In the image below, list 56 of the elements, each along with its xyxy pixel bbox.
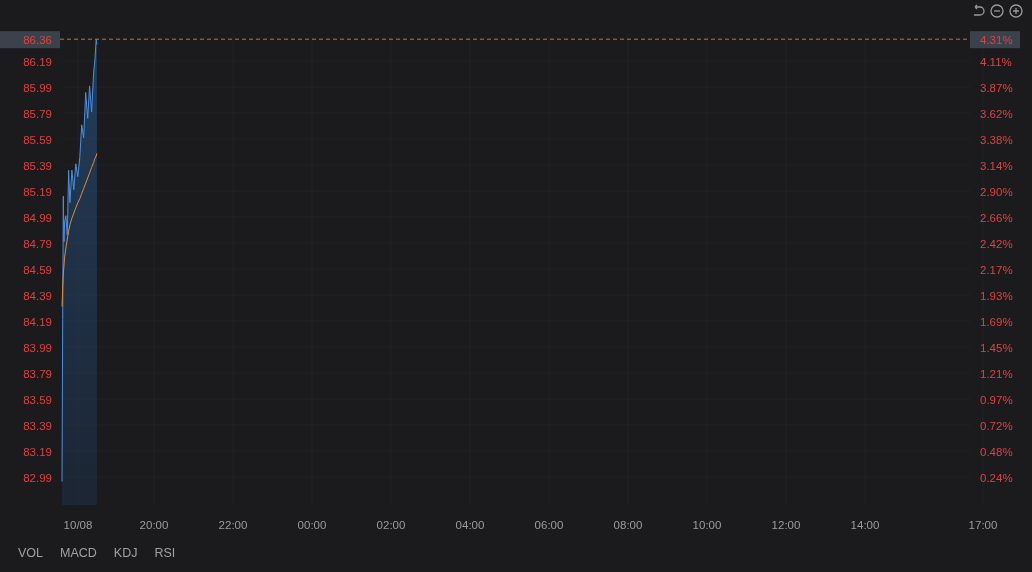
time-axis-label: 14:00	[850, 519, 880, 531]
percent-axis-label: 4.11%	[980, 55, 1012, 68]
percent-axis-label: 0.72%	[980, 419, 1013, 432]
time-axis-label: 08:00	[613, 519, 643, 531]
time-axis-label: 02:00	[376, 519, 406, 531]
price-axis-label: 85.19	[23, 185, 52, 198]
price-axis-label: 84.59	[23, 263, 52, 276]
indicator-tab[interactable]: KDJ	[113, 546, 138, 560]
price-axis-label: 82.99	[23, 471, 52, 484]
price-tag: 86.36	[23, 33, 52, 46]
price-axis-label: 84.19	[23, 315, 52, 328]
price-axis-label: 83.39	[23, 419, 52, 432]
percent-axis-label: 0.24%	[980, 471, 1013, 484]
time-axis-label: 00:00	[297, 519, 327, 531]
price-axis-label: 85.99	[23, 81, 52, 94]
indicator-tab[interactable]: VOL	[18, 546, 43, 560]
price-axis-label: 85.59	[23, 133, 52, 146]
time-axis-label: 06:00	[534, 519, 564, 531]
time-axis-label: 22:00	[218, 519, 248, 531]
price-axis-label: 84.79	[23, 237, 52, 250]
percent-axis-label: 2.90%	[980, 185, 1013, 198]
price-axis-label: 85.79	[23, 107, 52, 120]
zoom-out-button[interactable]	[989, 3, 1005, 19]
indicator-tab[interactable]: MACD	[60, 546, 97, 560]
price-axis-label: 83.79	[23, 367, 52, 380]
percent-axis-label: 3.62%	[980, 107, 1013, 120]
percent-axis-label: 2.42%	[980, 237, 1013, 250]
indicator-tab[interactable]: RSI	[154, 546, 176, 560]
percent-axis-label: 1.93%	[980, 289, 1013, 302]
percent-tag: 4.31%	[980, 33, 1013, 46]
percent-axis-label: 0.48%	[980, 445, 1013, 458]
time-axis-label: 17:00	[968, 519, 998, 531]
time-axis-label: 10:00	[692, 519, 722, 531]
percent-axis-label: 3.87%	[980, 81, 1013, 94]
price-axis-label: 83.59	[23, 393, 52, 406]
time-axis-label: 20:00	[139, 519, 169, 531]
zoom-in-button[interactable]	[1008, 3, 1024, 19]
time-axis-label: 04:00	[455, 519, 485, 531]
percent-axis-label: 1.21%	[980, 367, 1013, 380]
price-tag-background	[0, 31, 60, 49]
time-axis-label: 10/08	[63, 519, 93, 531]
percent-tag-background	[970, 31, 1020, 49]
price-axis-label: 83.19	[23, 445, 52, 458]
percent-axis-label: 3.14%	[980, 159, 1013, 172]
price-axis-label: 84.99	[23, 211, 52, 224]
price-axis-label: 84.39	[23, 289, 52, 302]
percent-axis-label: 0.97%	[980, 393, 1013, 406]
percent-axis-label: 1.45%	[980, 341, 1013, 354]
price-axis-label: 83.99	[23, 341, 52, 354]
price-axis-label: 85.39	[23, 159, 52, 172]
percent-axis-label: 2.66%	[980, 211, 1013, 224]
percent-axis-label: 2.17%	[980, 263, 1013, 276]
time-axis-label: 12:00	[771, 519, 801, 531]
percent-axis-label: 1.69%	[980, 315, 1013, 328]
price-axis-label: 86.19	[23, 55, 52, 68]
percent-axis-label: 3.38%	[980, 133, 1013, 146]
